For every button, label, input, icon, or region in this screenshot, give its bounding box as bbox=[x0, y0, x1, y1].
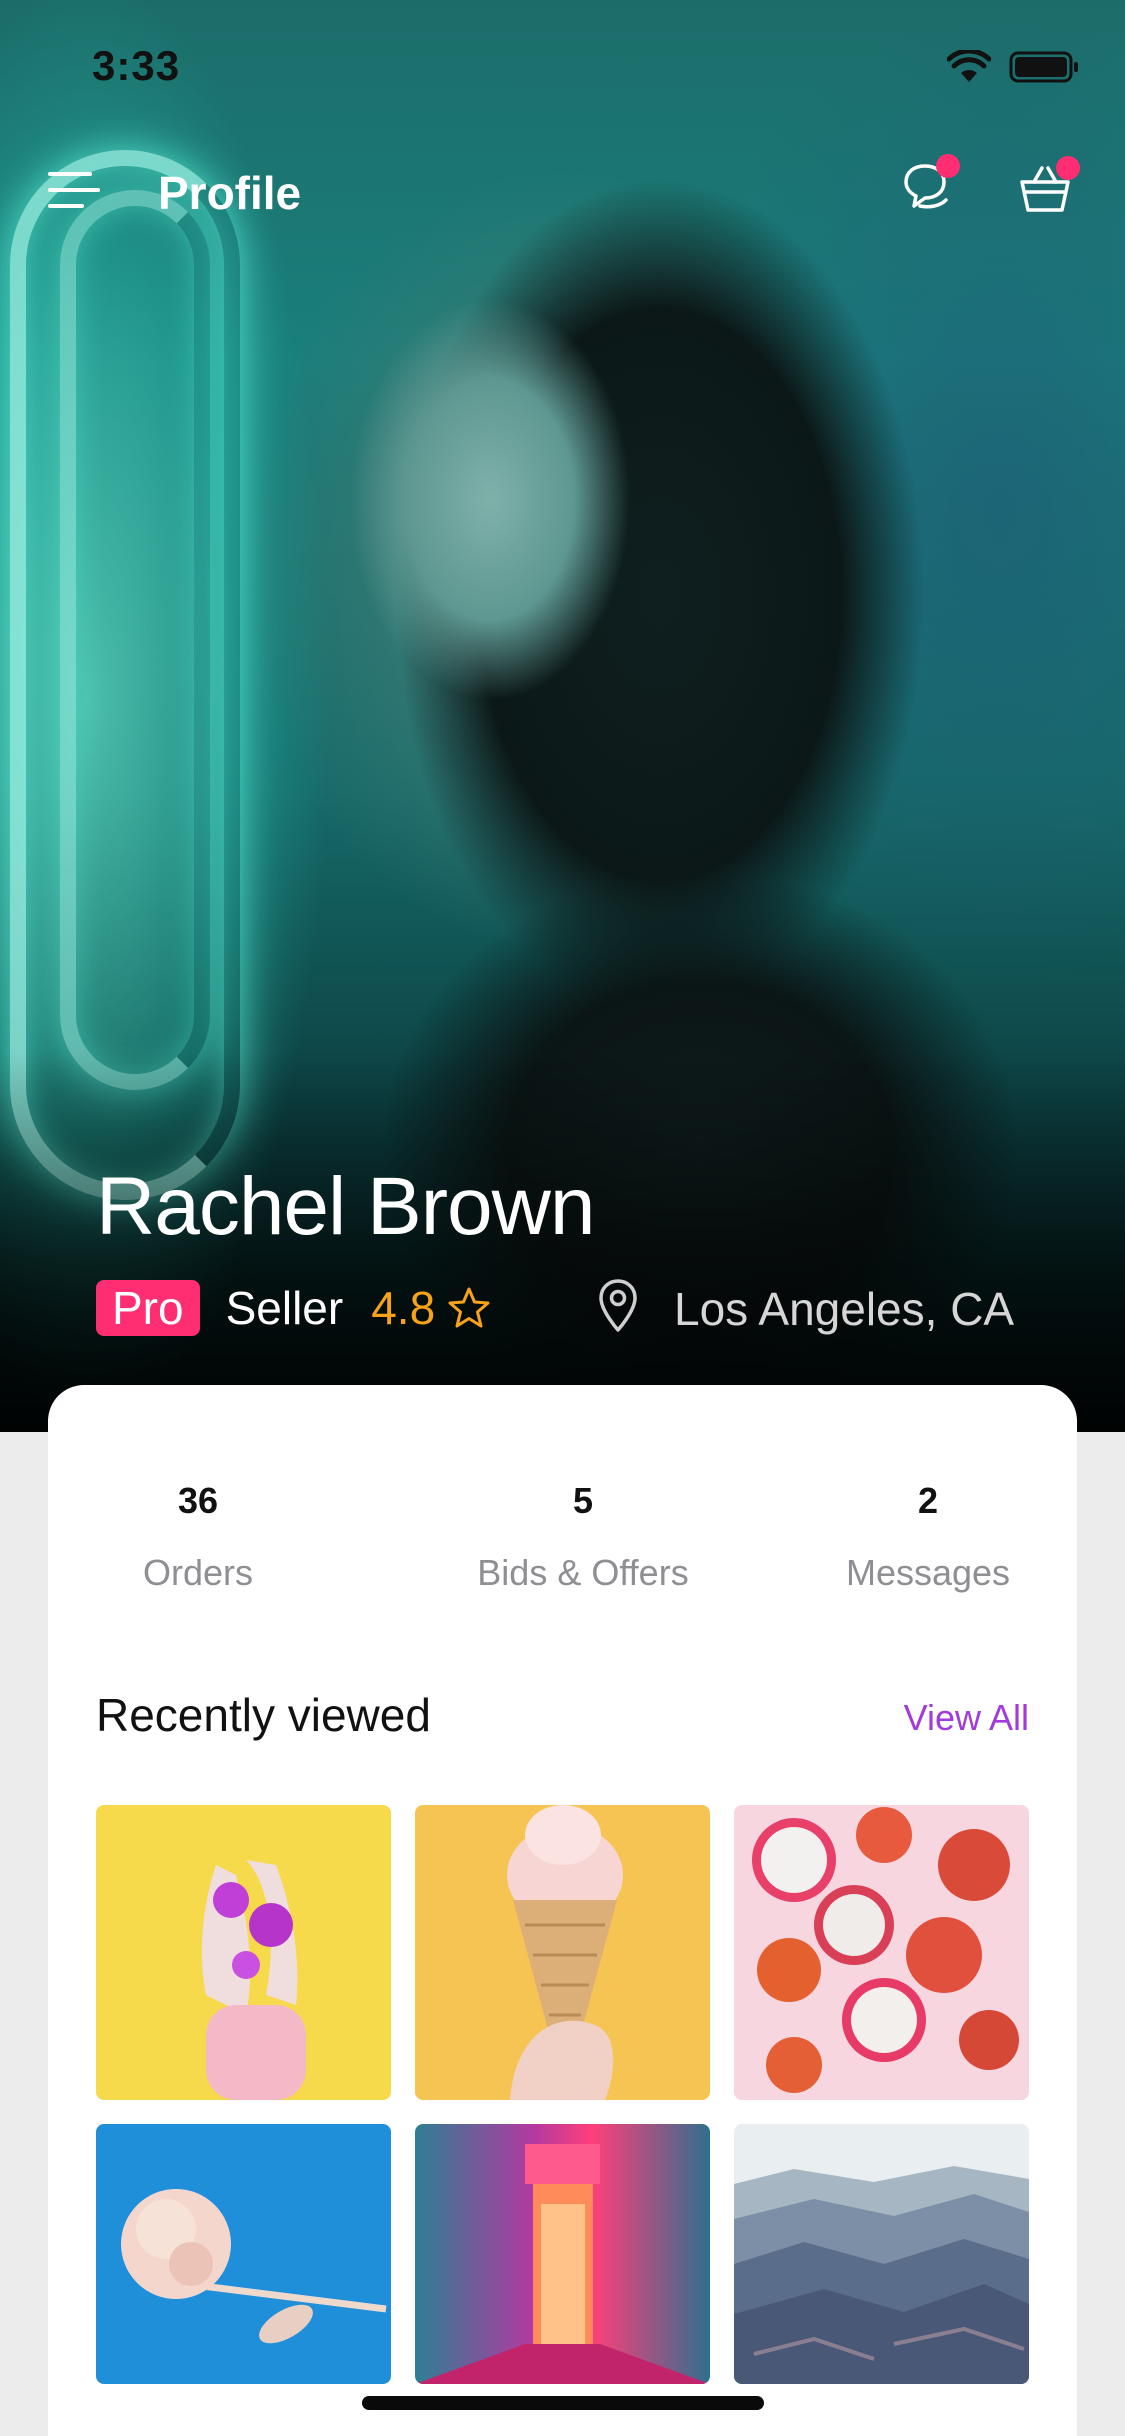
wifi-icon bbox=[947, 50, 991, 82]
status-indicators bbox=[947, 50, 1081, 84]
stat-orders[interactable]: 36 Orders bbox=[98, 1480, 298, 1594]
profile-location: Los Angeles, CA bbox=[674, 1283, 1015, 1335]
battery-icon bbox=[1009, 51, 1078, 83]
page-title: Profile bbox=[158, 167, 302, 219]
profile-rating: 4.8 bbox=[371, 1282, 436, 1334]
stat-messages[interactable]: 2 Messages bbox=[803, 1480, 1053, 1594]
home-indicator[interactable] bbox=[362, 2396, 764, 2410]
stat-label: Bids & Offers bbox=[477, 1552, 689, 1593]
profile-name: Rachel Brown bbox=[96, 1161, 595, 1252]
stat-value: 36 bbox=[177, 1480, 219, 1521]
star-icon bbox=[448, 1287, 490, 1328]
stat-bids-offers[interactable]: 5 Bids & Offers bbox=[408, 1480, 758, 1594]
recent-item-painted-hands[interactable] bbox=[96, 1805, 391, 2100]
profile-card: 36 Orders 5 Bids & Offers 2 Messages Rec… bbox=[48, 1385, 1077, 2436]
recent-item-rose[interactable] bbox=[96, 2124, 391, 2384]
recent-item-mountains[interactable] bbox=[734, 2124, 1029, 2384]
chat-notification-dot bbox=[936, 154, 960, 178]
profile-meta: Pro Seller 4.8 bbox=[96, 1280, 491, 1336]
stat-label: Messages bbox=[845, 1552, 1011, 1593]
recently-viewed-title: Recently viewed bbox=[96, 1689, 431, 1741]
view-all-link[interactable]: View All bbox=[904, 1697, 1029, 1739]
chat-icon[interactable] bbox=[900, 154, 960, 214]
stat-value: 5 bbox=[572, 1480, 594, 1521]
profile-screen: 3:33 Profile Rachel Brown Pro Seller 4.8… bbox=[0, 0, 1125, 2436]
status-time: 3:33 bbox=[92, 42, 181, 89]
cart-icon[interactable] bbox=[1018, 156, 1080, 216]
location-pin-icon bbox=[599, 1279, 637, 1332]
menu-icon[interactable] bbox=[48, 172, 100, 212]
pro-badge: Pro bbox=[96, 1280, 200, 1336]
stat-value: 2 bbox=[917, 1480, 939, 1521]
recent-item-fruits[interactable] bbox=[734, 1805, 1029, 2100]
recent-item-neon-corridor[interactable] bbox=[415, 2124, 710, 2384]
recent-item-ice-cream[interactable] bbox=[415, 1805, 710, 2100]
stat-label: Orders bbox=[142, 1552, 254, 1593]
profile-role: Seller bbox=[225, 1282, 344, 1334]
cart-notification-dot bbox=[1056, 156, 1080, 180]
stats-row: 36 Orders 5 Bids & Offers 2 Messages bbox=[48, 1480, 1077, 1600]
